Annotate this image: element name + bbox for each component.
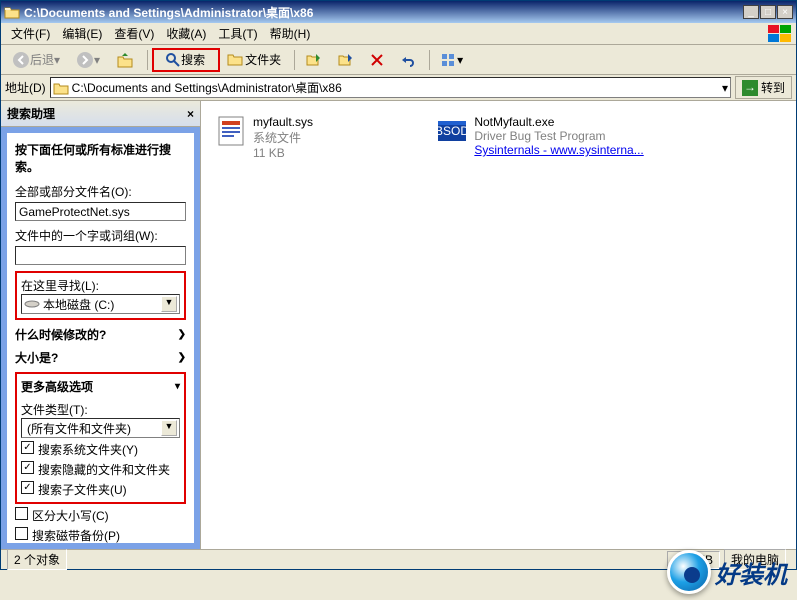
search-instruction: 按下面任何或所有标准进行搜索。 (15, 141, 186, 175)
status-objects: 2 个对象 (7, 549, 67, 570)
copyto-button[interactable] (331, 49, 361, 71)
search-button-highlight: 搜索 (152, 48, 220, 72)
sys-file-icon (215, 115, 247, 147)
filetype-label: 文件类型(T): (21, 401, 180, 418)
go-button[interactable]: 转到 (735, 76, 792, 99)
back-button[interactable]: 后退 ▾ (5, 48, 67, 72)
filetype-combo[interactable]: (所有文件和文件夹) ▼ (21, 418, 180, 438)
sidebar-close-button[interactable]: × (187, 107, 194, 121)
menubar: 文件(F) 编辑(E) 查看(V) 收藏(A) 工具(T) 帮助(H) (1, 23, 796, 45)
folder-icon (4, 5, 20, 19)
file-item[interactable]: BSOD NotMyfault.exe Driver Bug Test Prog… (436, 115, 646, 157)
word-input[interactable] (15, 246, 186, 265)
file-size: 11 KB (253, 146, 313, 160)
maximize-button[interactable]: □ (760, 5, 776, 19)
up-button[interactable] (109, 48, 141, 72)
titlebar: C:\Documents and Settings\Administrator\… (1, 1, 796, 23)
moveto-icon (306, 52, 322, 68)
back-icon (12, 51, 30, 69)
delete-button[interactable] (363, 50, 391, 70)
up-icon (116, 51, 134, 69)
search-button[interactable]: 搜索 (158, 48, 212, 71)
go-icon (742, 80, 758, 96)
chevron-icon: ❯ (178, 329, 186, 340)
close-button[interactable]: × (777, 5, 793, 19)
chevron-down-icon[interactable]: ▼ (161, 296, 177, 312)
toolbar: 后退 ▾ ▾ 搜索 文件夹 ▾ (1, 45, 796, 75)
menu-tools[interactable]: 工具(T) (212, 23, 263, 44)
search-sidebar: 搜索助理 × 按下面任何或所有标准进行搜索。 全部或部分文件名(O): 文件中的… (1, 101, 201, 549)
minimize-button[interactable]: _ (743, 5, 759, 19)
copyto-icon (338, 52, 354, 68)
when-expander[interactable]: 什么时候修改的?❯ (15, 326, 186, 343)
address-input[interactable]: C:\Documents and Settings\Administrator\… (50, 77, 731, 98)
sysfolders-checkbox[interactable]: ✓ (21, 441, 34, 454)
menu-edit[interactable]: 编辑(E) (56, 23, 108, 44)
forward-icon (76, 51, 94, 69)
delete-icon (370, 53, 384, 67)
watermark-text: 好装机 (715, 555, 787, 590)
menu-file[interactable]: 文件(F) (5, 23, 56, 44)
undo-icon (400, 53, 416, 67)
sidebar-header: 搜索助理 × (1, 101, 200, 127)
windows-flag-icon (768, 25, 792, 43)
file-item[interactable]: myfault.sys 系统文件 11 KB (215, 115, 425, 160)
forward-button[interactable]: ▾ (69, 48, 107, 72)
chevron-down-icon: ▾ (175, 381, 180, 392)
exe-file-icon: BSOD (436, 115, 468, 147)
lookin-label: 在这里寻找(L): (21, 277, 180, 294)
filename-label: 全部或部分文件名(O): (15, 183, 186, 200)
address-label: 地址(D) (5, 79, 46, 96)
menu-help[interactable]: 帮助(H) (264, 23, 317, 44)
addressbar: 地址(D) C:\Documents and Settings\Administ… (1, 75, 796, 101)
file-list[interactable]: myfault.sys 系统文件 11 KB BSOD NotMyfault.e… (201, 101, 796, 549)
file-name: myfault.sys (253, 115, 313, 129)
file-link[interactable]: Sysinternals - www.sysinterna... (474, 143, 643, 157)
views-icon (441, 53, 457, 67)
address-dropdown-icon[interactable]: ▾ (722, 81, 728, 95)
tape-checkbox[interactable] (15, 527, 28, 540)
hidden-checkbox[interactable]: ✓ (21, 461, 34, 474)
drive-icon (24, 298, 40, 310)
moveto-button[interactable] (299, 49, 329, 71)
file-desc: 系统文件 (253, 129, 313, 146)
folders-button[interactable]: 文件夹 (220, 48, 288, 71)
window-title: C:\Documents and Settings\Administrator\… (24, 4, 743, 21)
size-expander[interactable]: 大小是?❯ (15, 349, 186, 366)
lookin-highlight: 在这里寻找(L): 本地磁盘 (C:) ▼ (15, 271, 186, 320)
undo-button[interactable] (393, 50, 423, 70)
svg-text:BSOD: BSOD (436, 124, 468, 138)
advanced-highlight: 更多高级选项▾ 文件类型(T): (所有文件和文件夹) ▼ ✓搜索系统文件夹(Y… (15, 372, 186, 504)
subfolders-checkbox[interactable]: ✓ (21, 481, 34, 494)
advanced-expander[interactable]: 更多高级选项▾ (21, 378, 180, 395)
watermark-logo-icon (667, 550, 711, 594)
word-label: 文件中的一个字或词组(W): (15, 227, 186, 244)
file-desc: Driver Bug Test Program (474, 129, 643, 143)
watermark: 好装机 (667, 550, 787, 594)
chevron-icon: ❯ (178, 352, 186, 363)
folders-icon (227, 52, 245, 68)
file-name: NotMyfault.exe (474, 115, 643, 129)
chevron-down-icon[interactable]: ▼ (161, 420, 177, 436)
filename-input[interactable] (15, 202, 186, 221)
search-icon (165, 52, 181, 68)
folder-icon (53, 81, 69, 95)
lookin-combo[interactable]: 本地磁盘 (C:) ▼ (21, 294, 180, 314)
case-checkbox[interactable] (15, 507, 28, 520)
menu-view[interactable]: 查看(V) (108, 23, 160, 44)
menu-favorites[interactable]: 收藏(A) (160, 23, 212, 44)
views-button[interactable]: ▾ (434, 50, 470, 70)
